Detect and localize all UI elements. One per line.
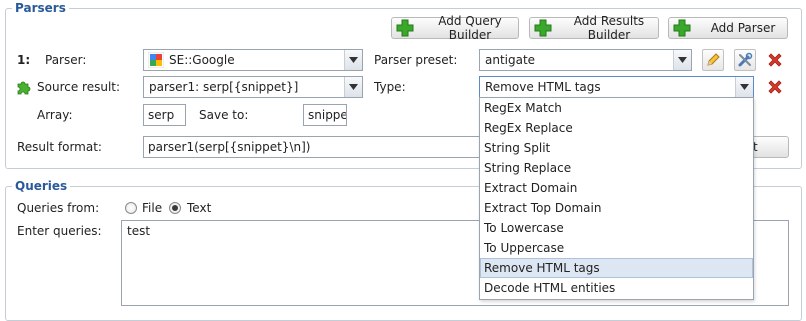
chevron-down-icon [735,77,753,97]
dropdown-option[interactable]: Decode HTML entities [480,278,753,298]
parser-value: SE::Google [169,53,235,67]
add-parser-label: Add Parser [710,21,776,35]
dropdown-option[interactable]: RegEx Match [480,98,753,118]
radio-text[interactable] [169,202,181,214]
google-icon [148,52,164,68]
queries-from-label: Queries from: [17,201,100,215]
preset-select[interactable]: antigate [479,49,692,71]
edit-preset-button[interactable] [702,49,724,71]
preset-value: antigate [485,53,536,67]
add-results-builder-button[interactable]: Add Results Builder [529,14,659,42]
enter-queries-label: Enter queries: [17,224,102,238]
save-to-input[interactable]: snippe [303,104,347,126]
tools-icon [738,52,753,67]
delete-source-icon[interactable] [766,78,784,96]
dropdown-option-selected[interactable]: Remove HTML tags [480,258,753,278]
delete-parser-icon[interactable] [766,51,784,69]
parser-select[interactable]: SE::Google [143,49,363,71]
plus-icon [673,19,691,37]
type-value: Remove HTML tags [485,80,601,94]
chevron-down-icon [673,50,691,70]
parser-row-number: 1: [17,53,31,67]
chevron-down-icon [344,77,362,97]
add-parser-button[interactable]: Add Parser [668,17,788,39]
puzzle-icon [17,81,31,95]
preset-label: Parser preset: [374,53,458,67]
plus-icon [396,19,414,37]
plus-icon [534,19,552,37]
dropdown-option[interactable]: RegEx Replace [480,118,753,138]
settings-button[interactable] [734,49,756,71]
dropdown-option[interactable]: String Split [480,138,753,158]
array-input[interactable]: serp [143,104,186,126]
radio-file-label: File [142,201,163,215]
chevron-down-icon [344,50,362,70]
dropdown-option[interactable]: String Replace [480,158,753,178]
source-result-value: parser1: serp[{snippet}] [149,80,299,94]
radio-file[interactable] [125,202,137,214]
type-label: Type: [374,80,406,94]
result-format-input[interactable]: parser1(serp[{snippet}\n]) [143,136,483,158]
dropdown-option[interactable]: To Lowercase [480,218,753,238]
source-result-label: Source result: [37,80,121,94]
parsers-legend: Parsers [15,1,66,15]
source-result-select[interactable]: parser1: serp[{snippet}] [143,76,363,98]
queries-legend: Queries [15,179,68,193]
result-format-label: Result format: [17,140,102,154]
type-select[interactable]: Remove HTML tags [479,76,754,98]
pencil-icon [707,53,720,66]
type-dropdown-list: RegEx Match RegEx Replace String Split S… [479,97,754,300]
dropdown-option[interactable]: Extract Top Domain [480,198,753,218]
add-query-builder-label: Add Query Builder [438,14,502,42]
array-label: Array: [37,108,73,122]
dropdown-option[interactable]: Extract Domain [480,178,753,198]
add-results-builder-label: Add Results Builder [573,14,645,42]
save-to-label: Save to: [199,108,249,122]
radio-text-label: Text [187,201,212,215]
add-query-builder-button[interactable]: Add Query Builder [391,14,519,42]
parser-label: Parser: [45,53,87,67]
dropdown-option[interactable]: To Uppercase [480,238,753,258]
